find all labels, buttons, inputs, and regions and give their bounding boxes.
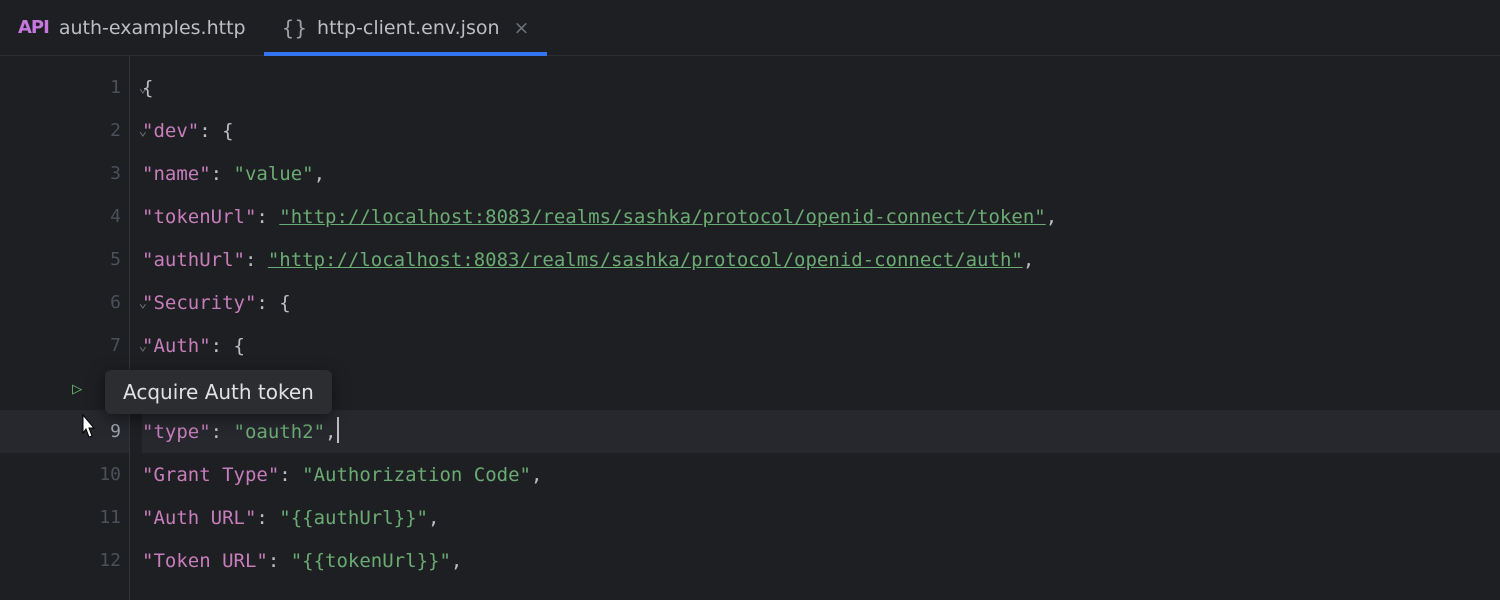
gutter: 1⌄ 2⌄ 3 4 5 6⌄ 7⌄ ▷8 9💡 10 11 12 [0, 56, 130, 600]
line-number[interactable]: 5 [0, 238, 129, 281]
code-line[interactable]: cloak": { [142, 367, 1500, 410]
code-line[interactable]: "authUrl": "http://localhost:8083/realms… [142, 238, 1500, 281]
code-line[interactable]: "Grant Type": "Authorization Code", [142, 453, 1500, 496]
text-caret [337, 417, 339, 443]
code-line[interactable]: "Token URL": "{{tokenUrl}}", [142, 539, 1500, 582]
line-number[interactable]: 10 [0, 453, 129, 496]
json-file-icon: {} [282, 16, 307, 40]
tab-label: auth-examples.http [59, 17, 246, 39]
gutter-tooltip: Acquire Auth token [105, 370, 332, 414]
line-number[interactable]: 3 [0, 152, 129, 195]
code-line[interactable]: "type": "oauth2", [142, 410, 1500, 453]
line-number[interactable]: 4 [0, 195, 129, 238]
code-area[interactable]: { "dev": { "name": "value", "tokenUrl": … [130, 56, 1500, 600]
auth-url-link: "http://localhost:8083/realms/sashka/pro… [268, 249, 1023, 271]
token-url-link: "http://localhost:8083/realms/sashka/pro… [279, 206, 1045, 228]
code-line[interactable]: { [142, 66, 1500, 109]
run-icon[interactable]: ▷ [72, 379, 82, 399]
api-file-icon: API [18, 17, 49, 38]
code-line[interactable]: "name": "value", [142, 152, 1500, 195]
code-line[interactable]: "dev": { [142, 109, 1500, 152]
tab-http-client-env[interactable]: {} http-client.env.json × [264, 0, 548, 55]
mouse-cursor-icon [75, 413, 101, 450]
code-line[interactable]: "tokenUrl": "http://localhost:8083/realm… [142, 195, 1500, 238]
code-editor: 1⌄ 2⌄ 3 4 5 6⌄ 7⌄ ▷8 9💡 10 11 12 { "dev"… [0, 56, 1500, 600]
line-number[interactable]: 7⌄ [0, 324, 129, 367]
code-line[interactable]: "Auth URL": "{{authUrl}}", [142, 496, 1500, 539]
line-number[interactable]: 11 [0, 496, 129, 539]
line-number[interactable]: 2⌄ [0, 109, 129, 152]
code-line[interactable]: "Security": { [142, 281, 1500, 324]
editor-tabs: API auth-examples.http {} http-client.en… [0, 0, 1500, 56]
tab-auth-examples[interactable]: API auth-examples.http [0, 0, 264, 55]
line-number[interactable]: 9💡 [0, 410, 129, 453]
code-line[interactable]: "Auth": { [142, 324, 1500, 367]
line-number[interactable]: 6⌄ [0, 281, 129, 324]
line-number[interactable]: 1⌄ [0, 66, 129, 109]
tab-label: http-client.env.json [317, 17, 499, 39]
line-number[interactable]: 12 [0, 539, 129, 582]
close-icon[interactable]: × [510, 17, 530, 39]
